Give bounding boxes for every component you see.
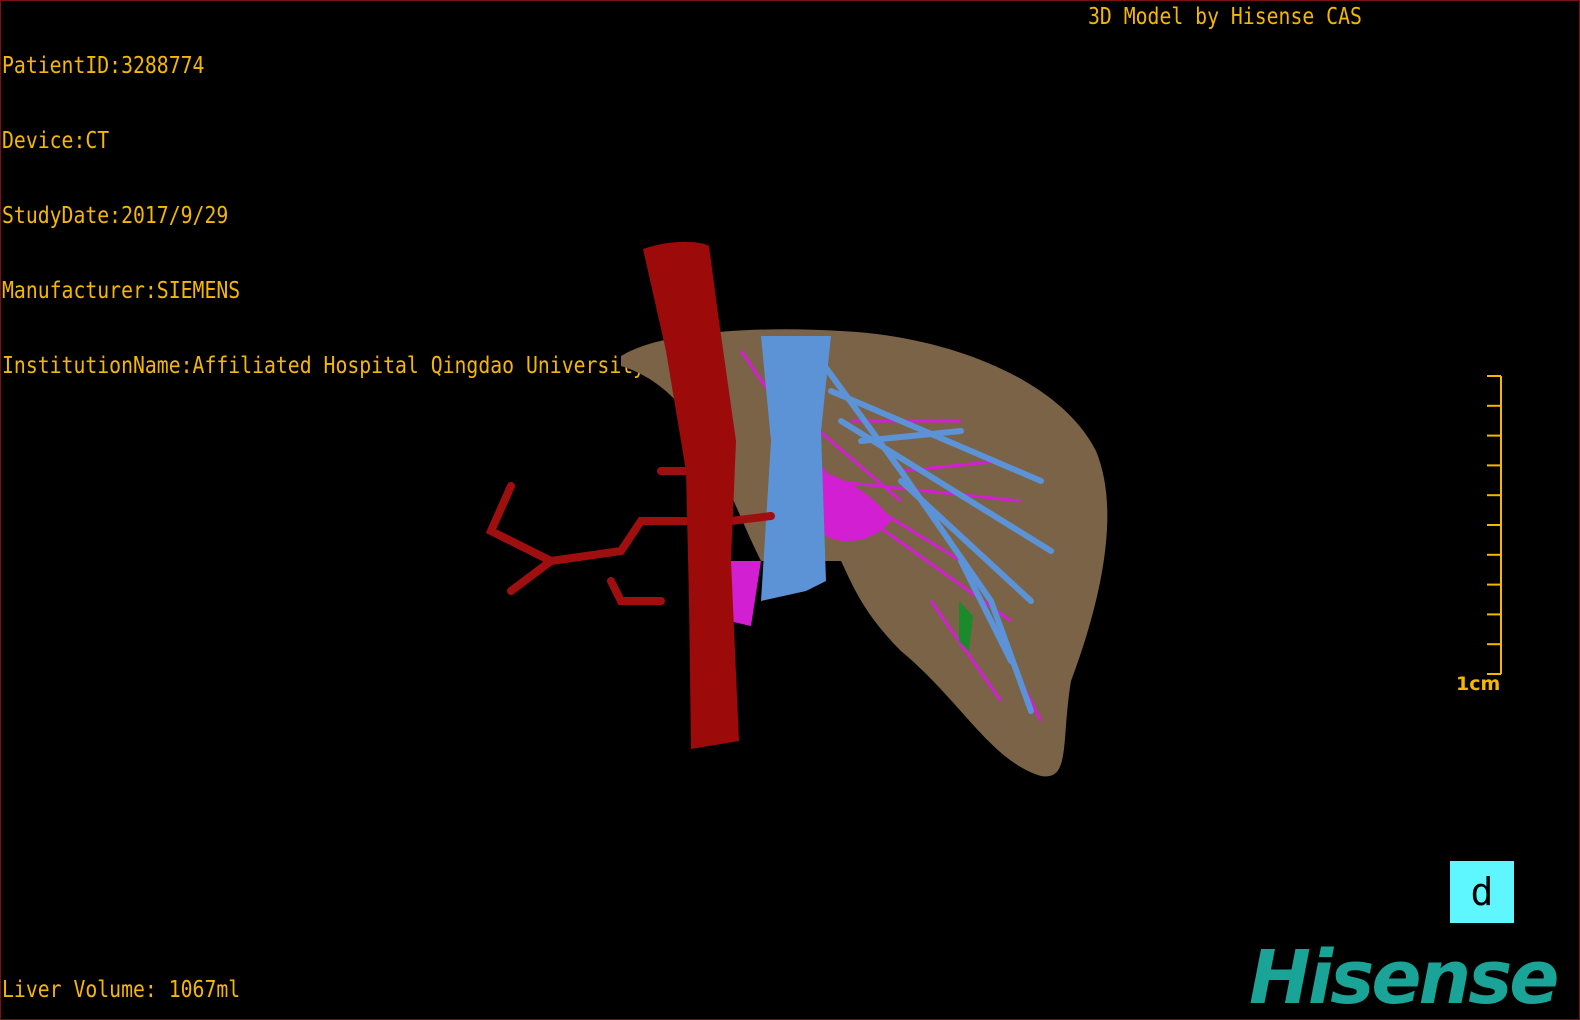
liver-volume: Liver Volume: 1067ml [2, 977, 241, 1003]
aorta [643, 241, 739, 749]
hisense-logo: Hisense [1249, 935, 1559, 1020]
3d-viewer[interactable]: PatientID:3288774 Device:CT StudyDate:20… [0, 0, 1580, 1020]
orientation-indicator[interactable]: d [1450, 861, 1514, 923]
scale-unit-label: 1cm [1456, 673, 1501, 695]
vena-cava [761, 336, 831, 601]
liver-3d-model[interactable] [1, 1, 1580, 1020]
scale-ruler [1487, 375, 1502, 675]
